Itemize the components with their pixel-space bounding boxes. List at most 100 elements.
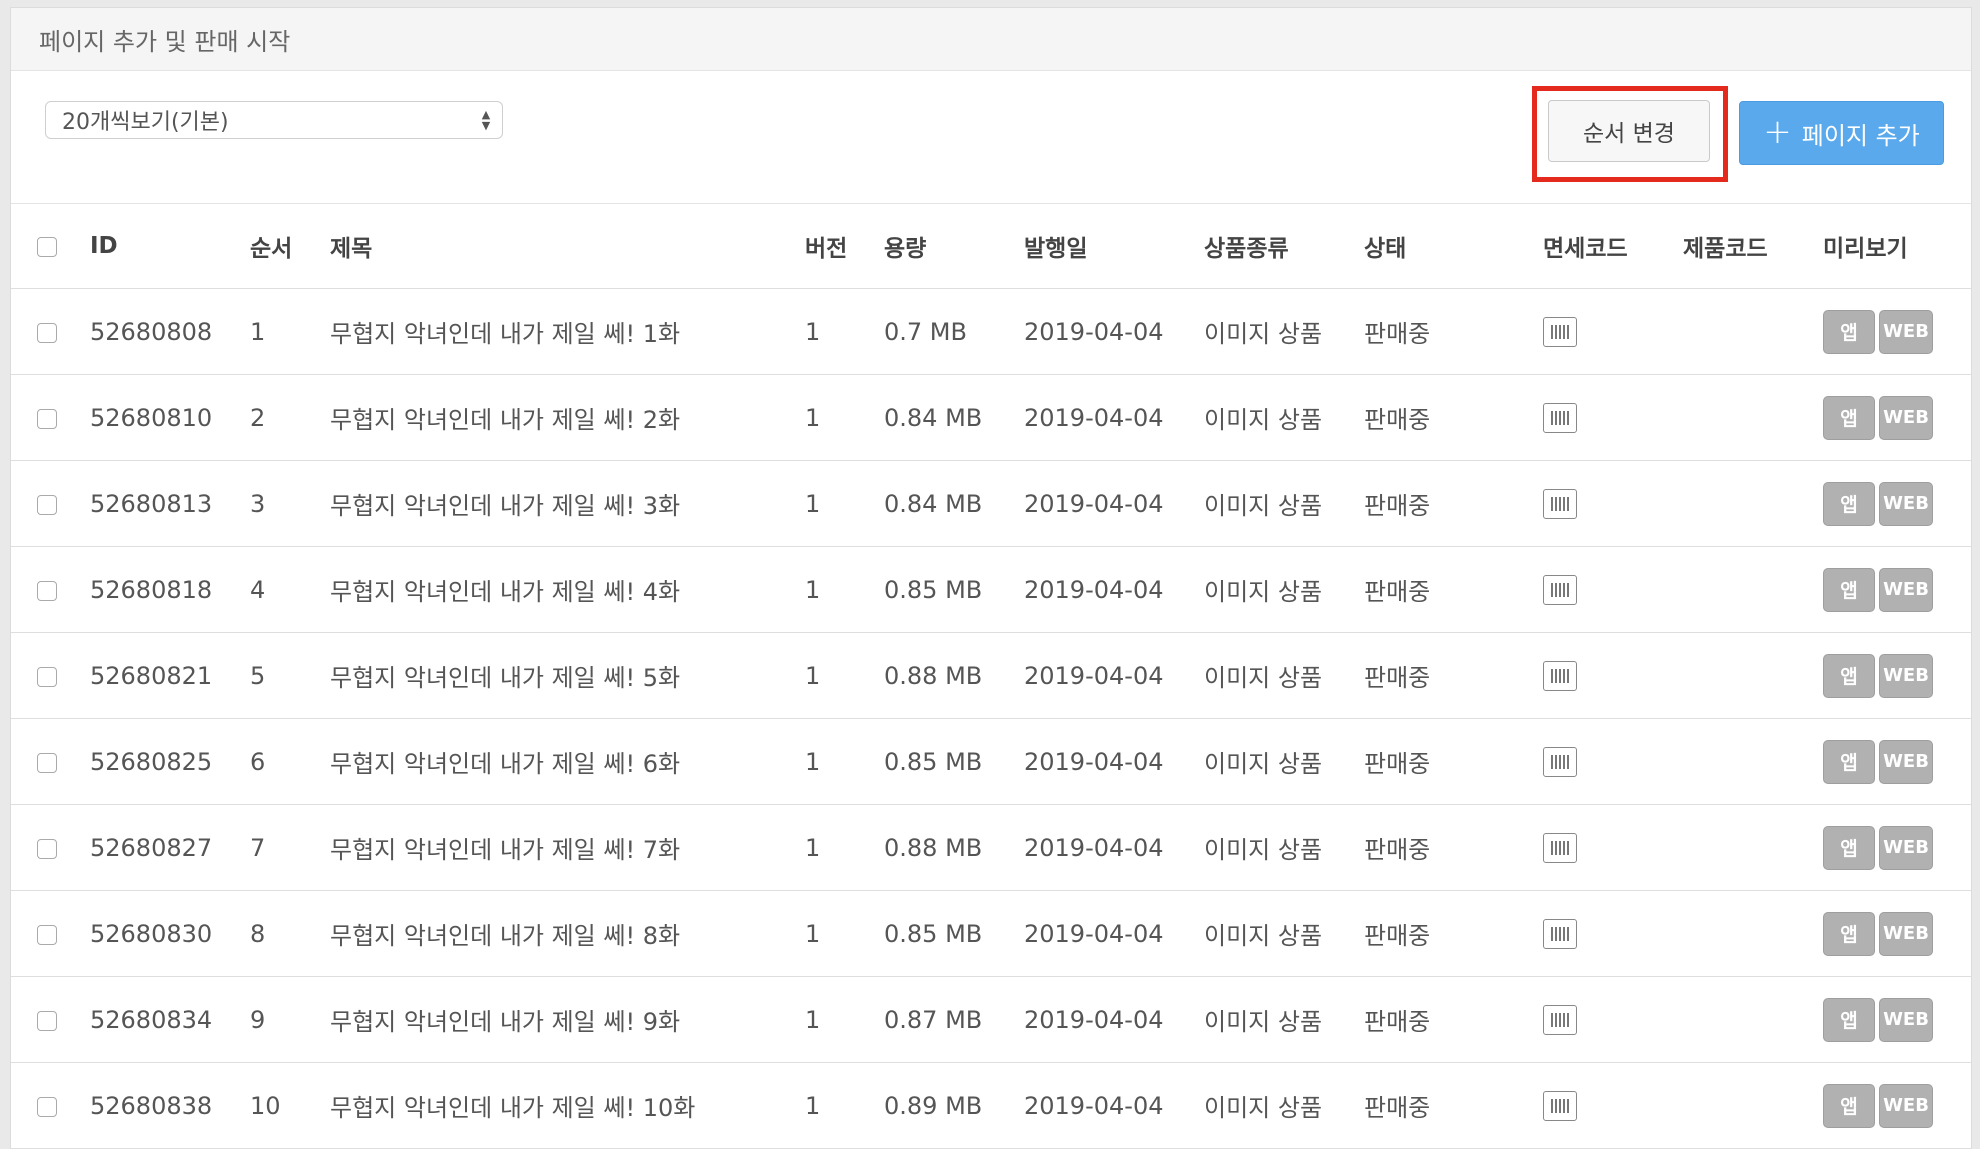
row-title[interactable]: 무협지 악녀인데 내가 제일 쎄! 3화 [330, 460, 805, 547]
row-date: 2019-04-04 [1024, 460, 1204, 547]
barcode-icon[interactable] [1543, 402, 1577, 433]
row-title[interactable]: 무협지 악녀인데 내가 제일 쎄! 1화 [330, 288, 805, 375]
table-row[interactable]: 52680834 9 무협지 악녀인데 내가 제일 쎄! 9화 1 0.87 MB 201… [11, 976, 1971, 1063]
barcode-icon[interactable] [1543, 1090, 1577, 1121]
row-title[interactable]: 무협지 악녀인데 내가 제일 쎄! 5화 [330, 632, 805, 719]
row-size: 0.88 MB [884, 632, 1024, 719]
row-checkbox[interactable] [37, 924, 57, 945]
row-date: 2019-04-04 [1024, 546, 1204, 633]
row-checkbox[interactable] [37, 666, 57, 687]
table-row[interactable]: 52680818 4 무협지 악녀인데 내가 제일 쎄! 4화 1 0.85 MB 201… [11, 546, 1971, 633]
barcode-icon[interactable] [1543, 1004, 1577, 1035]
table-row[interactable]: 52680810 2 무협지 악녀인데 내가 제일 쎄! 2화 1 0.84 MB 201… [11, 374, 1971, 461]
row-select-cell [11, 890, 90, 977]
preview-web-button[interactable]: WEB [1879, 911, 1933, 956]
row-checkbox[interactable] [37, 838, 57, 859]
table-row[interactable]: 52680838 10 무협지 악녀인데 내가 제일 쎄! 10화 1 0.89 MB 2… [11, 1062, 1971, 1149]
row-version: 1 [805, 374, 884, 461]
preview-web-button[interactable]: WEB [1879, 481, 1933, 526]
preview-web-button[interactable]: WEB [1879, 653, 1933, 698]
preview-app-button[interactable]: 앱 [1823, 997, 1875, 1042]
preview-app-button[interactable]: 앱 [1823, 481, 1875, 526]
row-select-cell [11, 460, 90, 547]
row-title[interactable]: 무협지 악녀인데 내가 제일 쎄! 10화 [330, 1062, 805, 1149]
page-size-select[interactable]: 20개씩보기(기본) ▲ ▼ [45, 101, 503, 139]
preview-app-button[interactable]: 앱 [1823, 825, 1875, 870]
row-status: 판매중 [1364, 632, 1543, 719]
row-size: 0.85 MB [884, 546, 1024, 633]
row-version: 1 [805, 976, 884, 1063]
row-checkbox[interactable] [37, 322, 57, 343]
barcode-icon[interactable] [1543, 660, 1577, 691]
row-preview-cell: 앱 WEB [1823, 890, 1971, 977]
preview-web-button[interactable]: WEB [1879, 395, 1933, 440]
row-checkbox[interactable] [37, 494, 57, 515]
preview-web-button[interactable]: WEB [1879, 997, 1933, 1042]
row-date: 2019-04-04 [1024, 804, 1204, 891]
row-dutyfree-cell [1543, 632, 1683, 719]
preview-app-button[interactable]: 앱 [1823, 309, 1875, 354]
row-preview-cell: 앱 WEB [1823, 374, 1971, 461]
row-title[interactable]: 무협지 악녀인데 내가 제일 쎄! 7화 [330, 804, 805, 891]
row-checkbox[interactable] [37, 1010, 57, 1031]
preview-app-button[interactable]: 앱 [1823, 1083, 1875, 1128]
barcode-icon[interactable] [1543, 574, 1577, 605]
preview-web-button[interactable]: WEB [1879, 309, 1933, 354]
row-select-cell [11, 546, 90, 633]
header-status[interactable]: 상태 [1364, 204, 1543, 289]
add-page-label: 페이지 추가 [1801, 121, 1920, 150]
preview-web-button[interactable]: WEB [1879, 1083, 1933, 1128]
header-order[interactable]: 순서 [250, 204, 330, 289]
barcode-icon[interactable] [1543, 746, 1577, 777]
add-page-button[interactable]: + 페이지 추가 [1739, 101, 1944, 165]
table-row[interactable]: 52680813 3 무협지 악녀인데 내가 제일 쎄! 3화 1 0.84 MB 201… [11, 460, 1971, 547]
table-row[interactable]: 52680825 6 무협지 악녀인데 내가 제일 쎄! 6화 1 0.85 MB 201… [11, 718, 1971, 805]
panel-header: 페이지 추가 및 판매 시작 [11, 8, 1971, 71]
header-size[interactable]: 용량 [884, 204, 1024, 289]
barcode-icon[interactable] [1543, 918, 1577, 949]
change-order-button[interactable]: 순서 변경 [1548, 100, 1710, 162]
row-id: 52680818 [90, 546, 250, 633]
preview-web-button[interactable]: WEB [1879, 739, 1933, 784]
header-version[interactable]: 버전 [805, 204, 884, 289]
row-select-cell [11, 1062, 90, 1149]
row-checkbox[interactable] [37, 408, 57, 429]
row-status: 판매중 [1364, 374, 1543, 461]
select-all-checkbox[interactable] [37, 236, 57, 257]
table-row[interactable]: 52680827 7 무협지 악녀인데 내가 제일 쎄! 7화 1 0.88 MB 201… [11, 804, 1971, 891]
table-row[interactable]: 52680821 5 무협지 악녀인데 내가 제일 쎄! 5화 1 0.88 MB 201… [11, 632, 1971, 719]
preview-app-button[interactable]: 앱 [1823, 395, 1875, 440]
row-type: 이미지 상품 [1204, 804, 1364, 891]
preview-app-button[interactable]: 앱 [1823, 567, 1875, 612]
row-dutyfree-cell [1543, 546, 1683, 633]
header-type[interactable]: 상품종류 [1204, 204, 1364, 289]
preview-app-button[interactable]: 앱 [1823, 653, 1875, 698]
table-row[interactable]: 52680830 8 무협지 악녀인데 내가 제일 쎄! 8화 1 0.85 MB 201… [11, 890, 1971, 977]
row-preview-cell: 앱 WEB [1823, 460, 1971, 547]
preview-web-button[interactable]: WEB [1879, 825, 1933, 870]
header-date[interactable]: 발행일 [1024, 204, 1204, 289]
barcode-icon[interactable] [1543, 316, 1577, 347]
preview-app-button[interactable]: 앱 [1823, 739, 1875, 784]
header-title[interactable]: 제목 [330, 204, 805, 289]
row-title[interactable]: 무협지 악녀인데 내가 제일 쎄! 4화 [330, 546, 805, 633]
preview-web-button[interactable]: WEB [1879, 567, 1933, 612]
row-checkbox[interactable] [37, 1096, 57, 1117]
preview-app-button[interactable]: 앱 [1823, 911, 1875, 956]
barcode-icon[interactable] [1543, 488, 1577, 519]
row-select-cell [11, 804, 90, 891]
row-title[interactable]: 무협지 악녀인데 내가 제일 쎄! 8화 [330, 890, 805, 977]
table-row[interactable]: 52680808 1 무협지 악녀인데 내가 제일 쎄! 1화 1 0.7 MB 2019… [11, 288, 1971, 375]
row-order: 9 [250, 976, 330, 1063]
row-type: 이미지 상품 [1204, 288, 1364, 375]
row-checkbox[interactable] [37, 752, 57, 773]
row-dutyfree-cell [1543, 288, 1683, 375]
barcode-icon[interactable] [1543, 832, 1577, 863]
header-id[interactable]: ID [90, 204, 250, 289]
row-title[interactable]: 무협지 악녀인데 내가 제일 쎄! 9화 [330, 976, 805, 1063]
row-date: 2019-04-04 [1024, 1062, 1204, 1149]
row-title[interactable]: 무협지 악녀인데 내가 제일 쎄! 6화 [330, 718, 805, 805]
row-title[interactable]: 무협지 악녀인데 내가 제일 쎄! 2화 [330, 374, 805, 461]
row-checkbox[interactable] [37, 580, 57, 601]
row-order: 8 [250, 890, 330, 977]
